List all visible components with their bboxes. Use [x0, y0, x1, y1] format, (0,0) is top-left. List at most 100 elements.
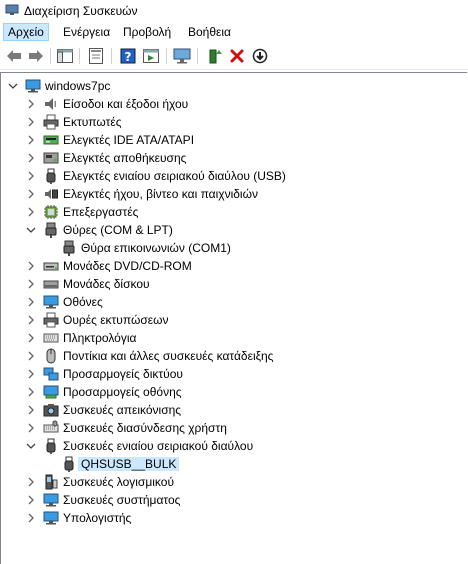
chevron-right-icon[interactable] — [25, 419, 37, 437]
tree-item[interactable]: Μονάδες DVD/CD-ROM — [1, 257, 461, 275]
chevron-right-icon[interactable] — [25, 473, 37, 491]
show-hide-tree-icon[interactable] — [55, 47, 75, 65]
speaker-icon — [43, 96, 59, 112]
tree-item[interactable]: Ελεγκτές IDE ATA/ATAPI — [1, 131, 461, 149]
display-adapter-icon — [43, 384, 59, 400]
chevron-right-icon[interactable] — [25, 329, 37, 347]
chevron-right-icon[interactable] — [25, 293, 37, 311]
tree-item[interactable]: Εκτυπωτές — [1, 113, 461, 131]
tree-item[interactable]: Είσοδοι και έξοδοι ήχου — [1, 95, 461, 113]
tree-item-label: Επεξεργαστές — [63, 205, 139, 219]
menu-help[interactable]: Βοήθεια — [184, 23, 235, 41]
chevron-right-icon[interactable] — [25, 95, 37, 113]
chevron-right-icon[interactable] — [25, 311, 37, 329]
computer-icon — [25, 78, 41, 94]
tree-item-label: Συσκευές απεικόνισης — [63, 403, 182, 417]
chevron-right-icon[interactable] — [25, 257, 37, 275]
chevron-down-icon[interactable] — [7, 77, 19, 95]
tree-item[interactable]: Συσκευές ενιαίου σειριακού διαύλου — [1, 437, 461, 455]
system-device-icon — [43, 492, 59, 508]
computer-icon — [43, 510, 59, 526]
hid-icon — [43, 420, 59, 436]
properties-icon[interactable] — [86, 47, 106, 65]
dvd-icon — [43, 258, 59, 274]
tree-item[interactable]: Επεξεργαστές — [1, 203, 461, 221]
tree-item-label: Εκτυπωτές — [63, 115, 122, 129]
device-tree[interactable]: windows7pc Είσοδοι και έξοδοι ήχου Εκτυπωτ… — [0, 72, 467, 564]
network-adapter-icon — [43, 366, 59, 382]
chevron-right-icon[interactable] — [25, 149, 37, 167]
tree-item-label: Θύρα επικοινωνιών (COM1) — [81, 241, 231, 255]
tree-item[interactable]: Συσκευές απεικόνισης — [1, 401, 461, 419]
printer-icon — [43, 114, 59, 130]
action-pane-icon[interactable] — [141, 47, 161, 65]
svg-text:?: ? — [125, 50, 132, 64]
tree-item-label: Συσκευές ενιαίου σειριακού διαύλου — [63, 439, 254, 453]
menu-file[interactable]: Αρχείο — [3, 23, 49, 41]
chevron-down-icon[interactable] — [25, 221, 37, 239]
chevron-right-icon[interactable] — [25, 365, 37, 383]
menu-action[interactable]: Ενέργεια — [59, 23, 114, 41]
tree-item[interactable]: QHSUSB__BULK — [1, 455, 461, 473]
software-device-icon — [43, 474, 59, 490]
chevron-right-icon[interactable] — [25, 113, 37, 131]
tree-item-label: Οθόνες — [63, 295, 103, 309]
tree-item-label: Μονάδες DVD/CD-ROM — [63, 259, 192, 273]
tree-item[interactable]: Ελεγκτές αποθήκευσης — [1, 149, 461, 167]
chevron-right-icon[interactable] — [25, 203, 37, 221]
tree-item[interactable]: Συσκευές λογισμικού — [1, 473, 461, 491]
chevron-right-icon[interactable] — [25, 491, 37, 509]
usb-icon — [43, 168, 59, 184]
tree-root[interactable]: windows7pc — [1, 77, 461, 95]
tree-item[interactable]: Θύρα επικοινωνιών (COM1) — [1, 239, 461, 257]
chevron-right-icon[interactable] — [25, 383, 37, 401]
printer-icon — [43, 312, 59, 328]
tree-item[interactable]: Ουρές εκτυπώσεων — [1, 311, 461, 329]
chevron-right-icon[interactable] — [25, 275, 37, 293]
tree-item-label: Είσοδοι και έξοδοι ήχου — [63, 97, 189, 111]
tree-item-label: Μονάδες δίσκου — [63, 277, 150, 291]
tree-item[interactable]: Ποντίκια και άλλες συσκευές κατάδειξης — [1, 347, 461, 365]
chevron-right-icon[interactable] — [25, 131, 37, 149]
chevron-right-icon[interactable] — [25, 509, 37, 527]
tree-item[interactable]: Προσαρμογείς δικτύου — [1, 365, 461, 383]
chevron-down-icon[interactable] — [25, 437, 37, 455]
tree-item-label: Προσαρμογείς οθόνης — [63, 385, 182, 399]
tree-item[interactable]: Υπολογιστής — [1, 509, 461, 527]
tree-item-label: Προσαρμογείς δικτύου — [63, 367, 183, 381]
help-icon[interactable]: ? — [118, 47, 138, 65]
tree-item[interactable]: Οθόνες — [1, 293, 461, 311]
disk-icon — [43, 276, 59, 292]
tree-item-label: windows7pc — [45, 79, 111, 93]
scan-hardware-icon[interactable] — [172, 47, 192, 65]
usb-icon — [43, 438, 59, 454]
ide-controller-icon — [43, 132, 59, 148]
tree-item[interactable]: Προσαρμογείς οθόνης — [1, 383, 461, 401]
tree-item[interactable]: Συσκευές συστήματος — [1, 491, 461, 509]
tree-item[interactable]: Μονάδες δίσκου — [1, 275, 461, 293]
tree-item-label: Υπολογιστής — [63, 511, 132, 525]
tree-item[interactable]: Συσκευές διασύνδεσης χρήστη — [1, 419, 461, 437]
port-icon — [61, 240, 77, 256]
menu-view[interactable]: Προβολή — [119, 23, 175, 41]
chevron-right-icon[interactable] — [25, 167, 37, 185]
tree-item[interactable]: Θύρες (COM & LPT) — [1, 221, 461, 239]
tree-item[interactable]: Πληκτρολόγια — [1, 329, 461, 347]
chevron-right-icon[interactable] — [25, 185, 37, 203]
tree-item-label: Ελεγκτές ενιαίου σειριακού διαύλου (USB) — [63, 169, 286, 183]
tree-item-label: Ελεγκτές αποθήκευσης — [63, 151, 187, 165]
back-icon[interactable] — [4, 47, 24, 65]
forward-icon[interactable] — [26, 47, 46, 65]
chevron-right-icon[interactable] — [25, 347, 37, 365]
menu-bar: Αρχείο Ενέργεια Προβολή Βοήθεια — [0, 22, 468, 42]
imaging-icon — [43, 402, 59, 418]
uninstall-icon[interactable] — [227, 47, 247, 65]
sound-video-icon — [43, 186, 59, 202]
tree-item[interactable]: Ελεγκτές ήχου, βίντεο και παιχνιδιών — [1, 185, 461, 203]
disable-icon[interactable] — [250, 47, 270, 65]
update-driver-icon[interactable] — [205, 47, 225, 65]
mouse-icon — [43, 348, 59, 364]
tree-item[interactable]: Ελεγκτές ενιαίου σειριακού διαύλου (USB) — [1, 167, 461, 185]
chevron-right-icon[interactable] — [25, 401, 37, 419]
tree-item-label: Πληκτρολόγια — [63, 331, 137, 345]
